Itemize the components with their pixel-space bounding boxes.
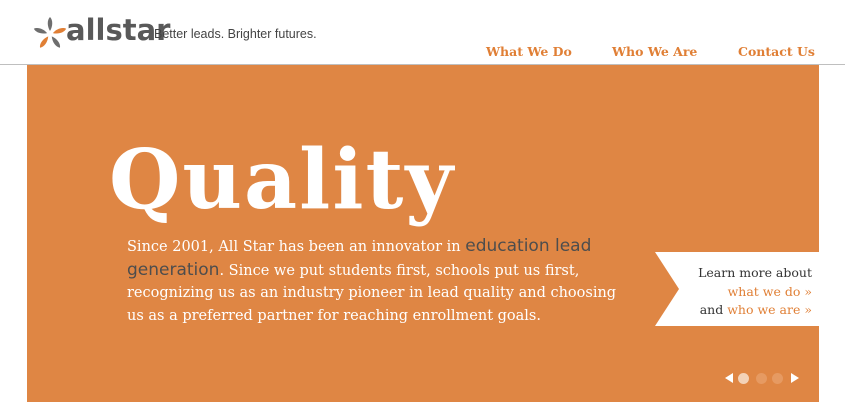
who-we-are-link[interactable]: who we are » bbox=[727, 302, 812, 317]
slider-next-arrow-icon[interactable] bbox=[791, 373, 799, 383]
slider-dot-1[interactable] bbox=[738, 373, 749, 384]
nav-contact-us[interactable]: Contact Us bbox=[738, 44, 815, 60]
slider-dot-2[interactable] bbox=[756, 373, 767, 384]
slider-prev-arrow-icon[interactable] bbox=[725, 373, 733, 383]
slider-dot-3[interactable] bbox=[772, 373, 783, 384]
site-header: allstar Better leads. Brighter futures. … bbox=[0, 0, 845, 64]
what-we-do-link[interactable]: what we do » bbox=[728, 284, 812, 299]
nav-what-we-do[interactable]: What We Do bbox=[486, 44, 572, 60]
nav-who-we-are[interactable]: Who We Are bbox=[612, 44, 697, 60]
hero-banner: Quality Since 2001, All Star has been an… bbox=[27, 65, 820, 402]
learn-more-flag: Learn more about what we do » and who we… bbox=[655, 252, 820, 326]
learn-more-text: Learn more about what we do » and who we… bbox=[698, 264, 812, 320]
tagline: Better leads. Brighter futures. bbox=[154, 27, 317, 41]
hero-body-intro: Since 2001, All Star has been an innovat… bbox=[127, 239, 461, 255]
allstar-logo-icon[interactable] bbox=[30, 14, 70, 54]
hero-description: Since 2001, All Star has been an innovat… bbox=[127, 235, 627, 327]
and-label: and bbox=[699, 302, 724, 317]
learn-more-label: Learn more about bbox=[698, 265, 812, 280]
hero-title: Quality bbox=[109, 132, 456, 228]
